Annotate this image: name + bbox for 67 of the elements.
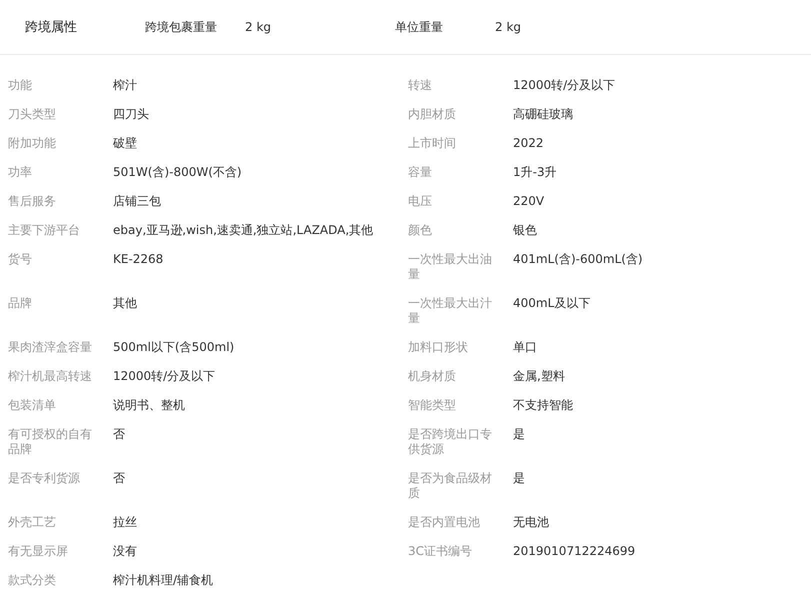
attribute-label: 容量 xyxy=(408,164,433,181)
attribute-label: 内胆材质 xyxy=(408,106,457,123)
attribute-label: 单位重量 xyxy=(395,18,444,36)
attribute-label: 包装清单 xyxy=(8,397,57,414)
attribute-value: 破壁 xyxy=(113,135,138,152)
attribute-label: 果肉渣滓盒容量 xyxy=(8,339,93,356)
attribute-value: 500ml以下(含500ml) xyxy=(113,339,236,356)
attribute-value: 其他 xyxy=(113,295,138,312)
attribute-value: 没有 xyxy=(113,543,138,560)
attribute-label: 是否专利货源 xyxy=(8,470,81,487)
attribute-label: 款式分类 xyxy=(8,572,57,589)
attribute-value: 无电池 xyxy=(513,514,550,531)
attribute-label: 有无显示屏 xyxy=(8,543,69,560)
attribute-label: 电压 xyxy=(408,193,433,210)
attribute-value: 2022 xyxy=(513,135,545,152)
attribute-value: 2 kg xyxy=(495,20,522,34)
attribute-value: 400mL及以下 xyxy=(513,295,592,312)
attribute-value: 高硼硅玻璃 xyxy=(513,106,574,123)
attribute-value: 榨汁机料理/辅食机 xyxy=(113,572,214,589)
attribute-value: 1升-3升 xyxy=(513,164,558,181)
attribute-label: 智能类型 xyxy=(408,397,457,414)
attribute-label: 转速 xyxy=(408,77,433,94)
attribute-label: 主要下游平台 xyxy=(8,222,81,239)
attribute-label: 榨汁机最高转速 xyxy=(8,368,93,385)
attribute-label: 有可授权的自有品牌 xyxy=(8,426,93,458)
attribute-value: 店铺三包 xyxy=(113,193,162,210)
attribute-label: 附加功能 xyxy=(8,135,57,152)
attribute-label: 是否跨境出口专供货源 xyxy=(408,426,493,458)
attribute-label: 刀头类型 xyxy=(8,106,57,123)
attribute-label: 一次性最大出油量 xyxy=(408,251,493,283)
attribute-label: 货号 xyxy=(8,251,33,268)
attribute-value: 不支持智能 xyxy=(513,397,574,414)
attribute-value: 金属,塑料 xyxy=(513,368,566,385)
attribute-value: 说明书、整机 xyxy=(113,397,186,414)
attribute-label: 品牌 xyxy=(8,295,33,312)
attribute-value: 是 xyxy=(513,470,526,487)
attribute-value: 榨汁 xyxy=(113,77,138,94)
section-title: 跨境属性 xyxy=(25,19,78,36)
attribute-value: 拉丝 xyxy=(113,514,138,531)
attribute-label: 外壳工艺 xyxy=(8,514,57,531)
attribute-value: 501W(含)-800W(不含) xyxy=(113,164,243,181)
attribute-value: 否 xyxy=(113,426,126,443)
attribute-label: 3C证书编号 xyxy=(408,543,474,560)
attribute-value: 四刀头 xyxy=(113,106,150,123)
attribute-value: 2 kg xyxy=(245,20,272,34)
attribute-value: KE-2268 xyxy=(113,251,164,268)
attribute-label: 上市时间 xyxy=(408,135,457,152)
attribute-value: 2019010712224699 xyxy=(513,543,636,560)
attribute-value: 401mL(含)-600mL(含) xyxy=(513,251,644,268)
attribute-value: 是 xyxy=(513,426,526,443)
attribute-value: 12000转/分及以下 xyxy=(113,368,216,385)
attribute-label: 售后服务 xyxy=(8,193,57,210)
attribute-label: 是否为食品级材质 xyxy=(408,470,493,502)
attribute-label: 机身材质 xyxy=(408,368,457,385)
attribute-value: 银色 xyxy=(513,222,538,239)
attribute-value: 单口 xyxy=(513,339,538,356)
attribute-label: 一次性最大出汁量 xyxy=(408,295,493,327)
attribute-value: 否 xyxy=(113,470,126,487)
attribute-value: 220V xyxy=(513,193,546,210)
attribute-label: 功能 xyxy=(8,77,33,94)
attribute-label: 加料口形状 xyxy=(408,339,469,356)
attribute-label: 颜色 xyxy=(408,222,433,239)
attribute-label: 是否内置电池 xyxy=(408,514,481,531)
attribute-label: 功率 xyxy=(8,164,33,181)
attribute-value: 12000转/分及以下 xyxy=(513,77,616,94)
attribute-value: ebay,亚马逊,wish,速卖通,独立站,LAZADA,其他 xyxy=(113,222,374,239)
attribute-label: 跨境包裹重量 xyxy=(145,18,218,36)
